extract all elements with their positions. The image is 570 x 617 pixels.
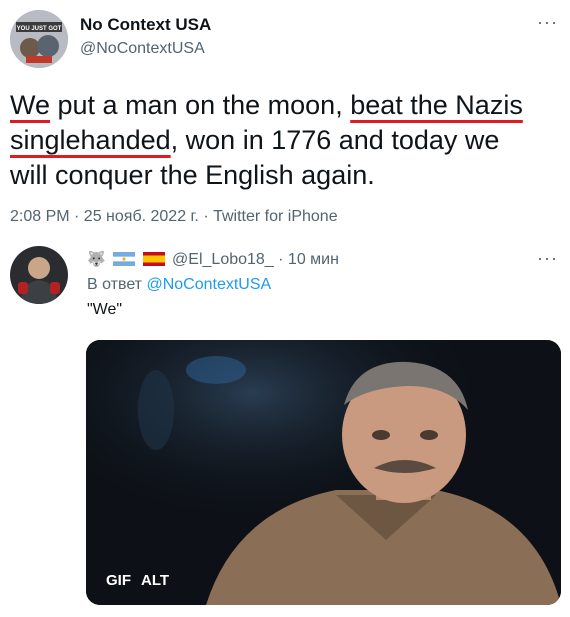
reply-avatar[interactable]	[10, 246, 68, 304]
reply-time[interactable]: · 10 мин	[278, 251, 339, 268]
reply-text: "We"	[87, 301, 123, 318]
reply-to-line: В ответ @NoContextUSA	[87, 276, 271, 294]
reply-avatar-image	[10, 246, 68, 304]
reply-prefix: В ответ	[87, 276, 143, 293]
argentina-flag-icon	[113, 252, 136, 266]
gif-badge: GIF	[106, 572, 131, 589]
tweet-text-singlehanded: singlehanded	[10, 125, 171, 155]
reply-media-gif[interactable]: GIF ALT	[86, 340, 561, 605]
svg-text:YOU JUST GOT: YOU JUST GOT	[17, 26, 62, 32]
alt-badge[interactable]: ALT	[141, 572, 169, 589]
tweet-text-part: put a man on the moon,	[50, 90, 351, 120]
tweet-text-part: will conquer the English again.	[10, 160, 375, 190]
spain-flag-icon	[142, 252, 165, 266]
author-name[interactable]: No Context USA	[80, 15, 211, 35]
wolf-emoji-icon: 🐺	[87, 251, 106, 268]
gif-image	[86, 340, 561, 605]
reply-handle[interactable]: @El_Lobo18_	[172, 251, 274, 268]
tweet-text-we: We	[10, 90, 51, 120]
author-handle[interactable]: @NoContextUSA	[80, 40, 205, 58]
tweet-text: We put a man on the moon, beat the Nazis…	[10, 88, 560, 193]
reply-to-link[interactable]: @NoContextUSA	[146, 276, 271, 293]
author-avatar[interactable]: YOU JUST GOT	[10, 10, 68, 68]
tweet-text-part: , won in 1776 and today we	[170, 125, 500, 155]
author-avatar-image: YOU JUST GOT	[10, 10, 68, 68]
tweet-timestamp[interactable]: 2:08 PM · 25 нояб. 2022 г. · Twitter for…	[10, 208, 338, 226]
more-options-icon[interactable]: ···	[537, 12, 558, 33]
tweet-text-beat-nazis: beat the Nazis	[350, 90, 523, 120]
reply-more-options-icon[interactable]: ···	[537, 248, 558, 269]
reply-header: 🐺 @El_Lobo18_ · 10 мин	[87, 250, 339, 269]
